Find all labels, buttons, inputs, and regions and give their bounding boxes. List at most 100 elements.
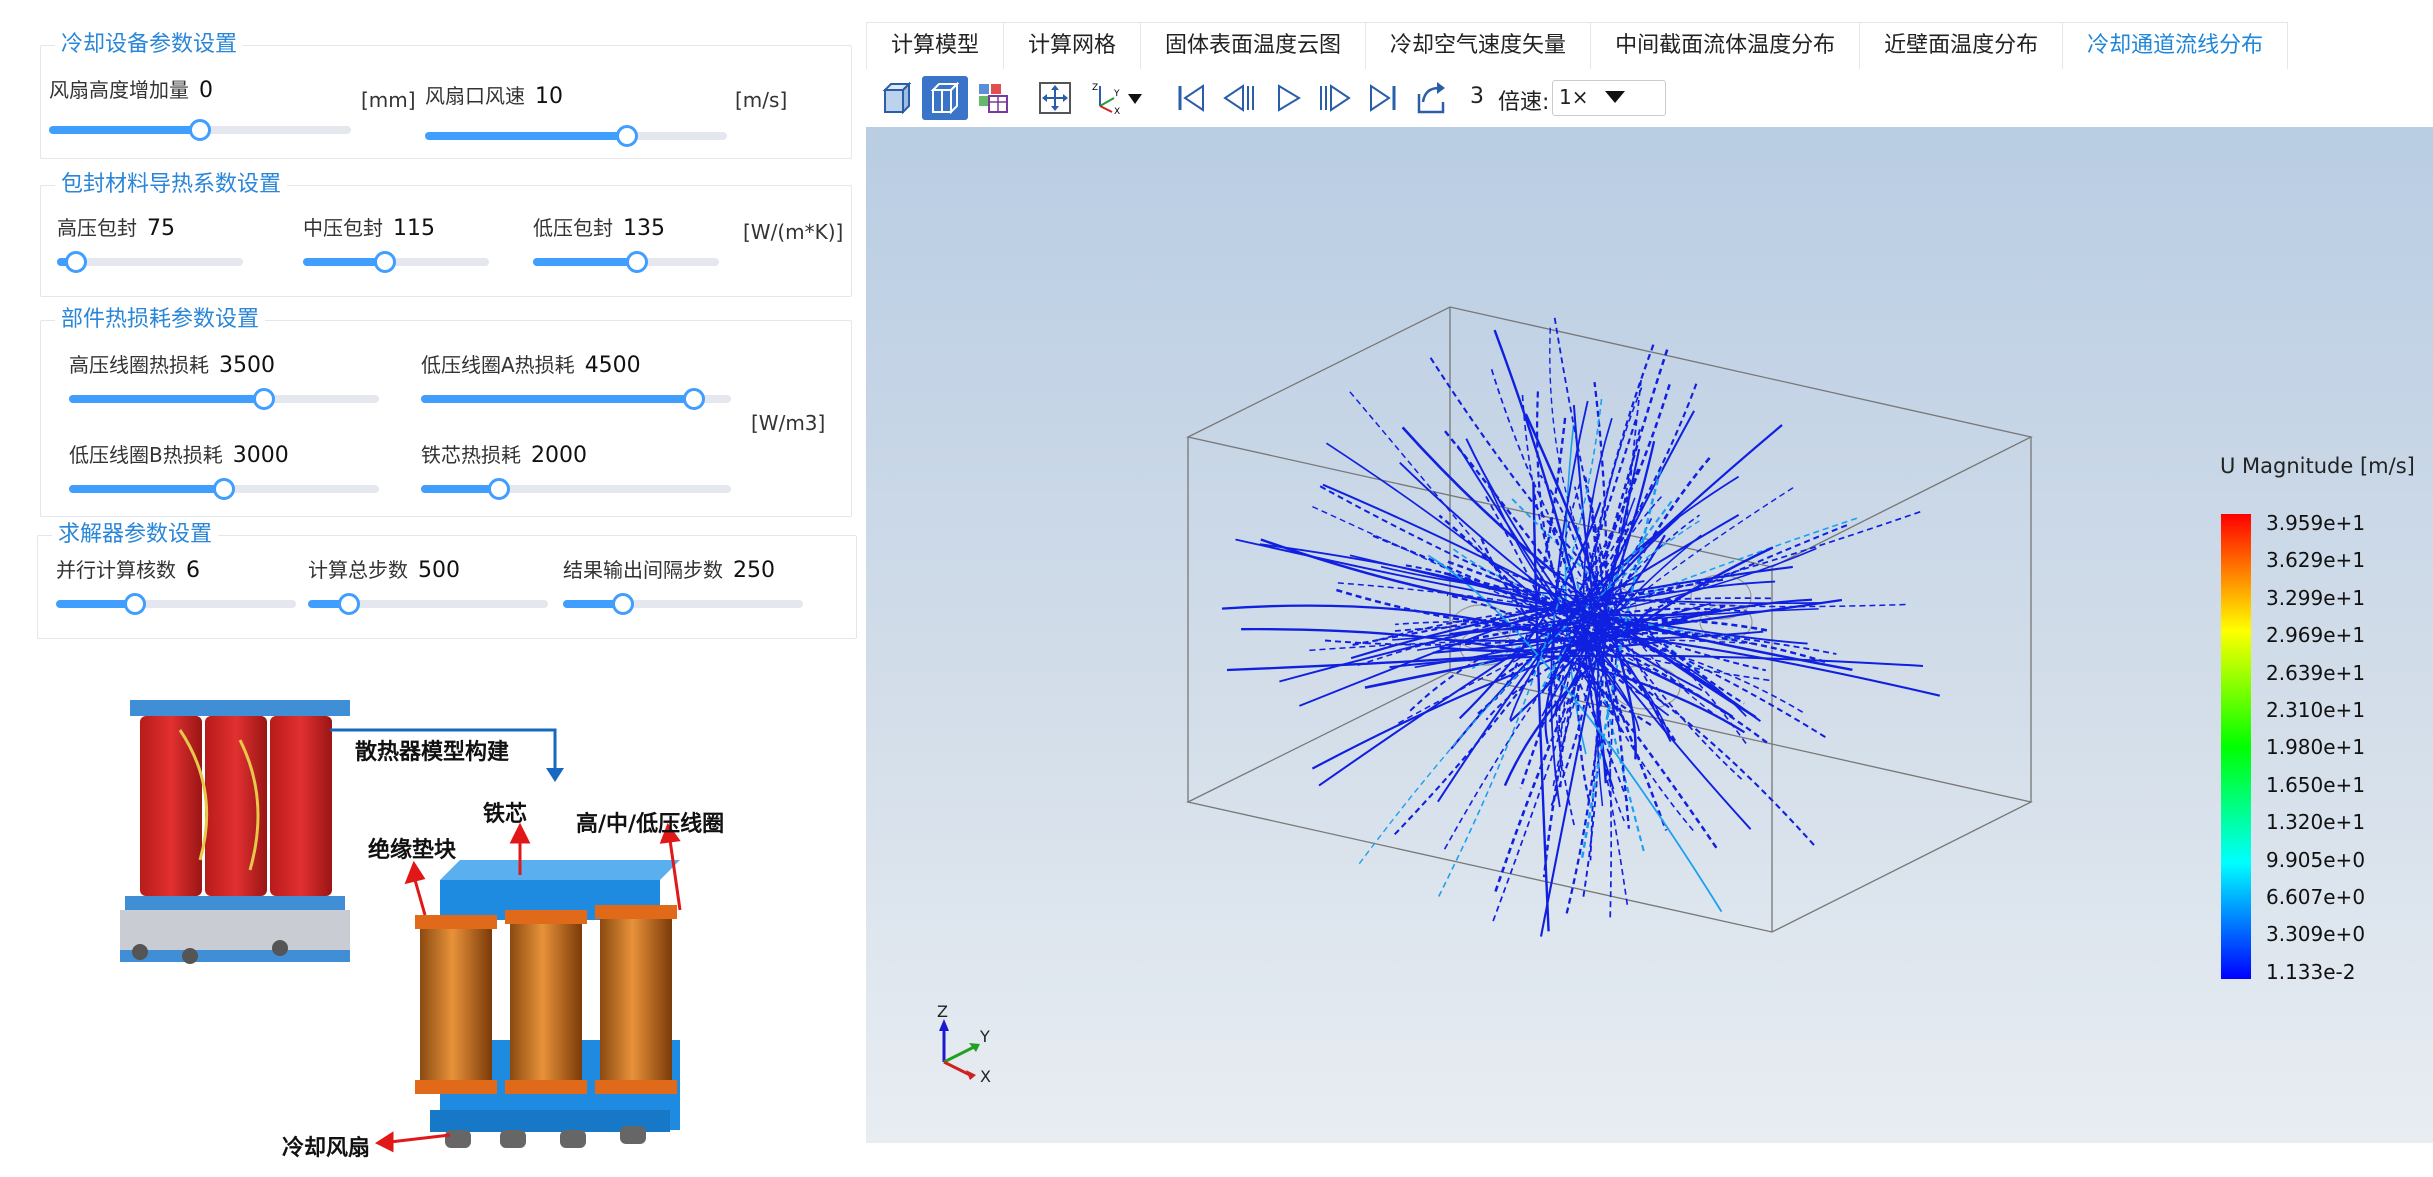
core-loss-param: 铁芯热损耗 2000 [421,441,733,511]
slider-fill [303,258,385,266]
slider-fill [49,126,200,134]
step-back-icon [1223,84,1254,112]
play-button[interactable] [1264,76,1310,120]
output-interval-param: 结果输出间隔步数 250 [563,556,803,626]
legend-label: 3.299e+1 [2266,585,2366,610]
low-coil-a-loss-label: 低压线圈A热损耗 4500 [421,353,641,378]
label-core: 铁芯 [483,802,528,827]
next-frame-button[interactable] [1312,76,1358,120]
encapsulation-settings-title: 包封材料导热系数设置 [55,170,288,200]
color-legend-bar [2221,514,2251,979]
legend-label: 1.980e+1 [2266,735,2366,760]
total-steps-param: 计算总步数 500 [308,556,548,626]
low-coil-b-loss-label: 低压线圈B热损耗 3000 [69,443,289,468]
legend-label: 6.607e+0 [2266,885,2366,909]
low-coil-b-loss-slider[interactable] [69,478,379,500]
skip-first-icon [1178,84,1204,112]
fan-speed-slider[interactable] [425,125,727,147]
cores-slider[interactable] [56,593,296,615]
tab-near-wall-temperature[interactable]: 近壁面温度分布 [1859,22,2064,69]
high-encap-slider[interactable] [57,251,243,273]
view-grid-button[interactable] [970,76,1016,120]
slider-handle[interactable] [124,593,147,615]
high-coil-loss-slider[interactable] [69,388,379,410]
tab-compute-mesh[interactable]: 计算网格 [1003,22,1142,69]
high-coil-loss-param: 高压线圈热损耗 3500 [69,351,381,421]
chevron-down-icon [1605,91,1625,103]
slider-handle[interactable] [616,125,639,147]
slider-handle[interactable] [64,251,87,273]
fan-speed-label: 风扇口风速 10 [425,84,563,109]
slider-handle[interactable] [612,593,634,615]
slider-fill [425,132,628,140]
speed-select[interactable]: 1× [1552,80,1666,116]
slider-handle[interactable] [682,388,705,410]
play-icon [1278,84,1301,112]
legend-label: 9.905e+0 [2266,847,2366,872]
transformer-model-diagram: 散热器模型构建 铁芯 高/中/低压线圈 绝缘垫块 冷却风扇 [30,660,850,1173]
result-tabs: 计算模型 计算网格 固体表面温度云图 冷却空气速度矢量 中间截面流体温度分布 近… [866,22,2289,69]
low-coil-b-loss-value: 3000 [232,443,289,468]
output-interval-slider[interactable] [563,593,803,615]
loop-button[interactable] [1408,76,1454,120]
slider-handle[interactable] [626,251,649,273]
slider-handle[interactable] [213,478,235,500]
slider-handle[interactable] [373,251,396,273]
low-coil-a-loss-slider[interactable] [421,388,731,410]
step-forward-icon [1320,84,1351,112]
transformer-3d-model [415,860,680,1148]
high-coil-loss-value: 3500 [219,353,275,378]
fan-height-unit: [mm] [361,88,416,112]
label-cooling-fan: 冷却风扇 [282,1136,371,1161]
fan-height-label: 风扇高度增加量 0 [49,78,213,103]
svg-text:Z: Z [1092,83,1098,93]
cores-label: 并行计算核数 6 [56,558,200,583]
heat-loss-unit: [W/m3] [751,411,826,435]
fit-view-button[interactable] [1032,76,1078,120]
label-coils: 高/中/低压线圈 [576,812,725,837]
label-heatsink-model: 散热器模型构建 [355,740,510,765]
parameter-panel: 冷却设备参数设置 风扇高度增加量 0 [mm] 风扇口风速 10 [m/s] 包封材… [0,0,860,1173]
svg-text:Y: Y [1113,89,1120,99]
total-steps-value: 500 [418,558,460,583]
mid-encap-value: 115 [393,216,435,241]
svg-text:X: X [1114,107,1120,116]
slider-fill [421,395,694,403]
axis-orientation-dropdown[interactable]: Z YX [1086,76,1150,120]
slider-handle[interactable] [253,388,276,410]
tab-solid-surface-temperature[interactable]: 固体表面温度云图 [1140,22,1367,69]
loop-export-icon [1417,82,1445,114]
tab-channel-streamlines[interactable]: 冷却通道流线分布 [2062,22,2289,69]
slider-handle[interactable] [189,119,211,141]
fit-view-icon [1039,82,1071,114]
legend-label: 1.650e+1 [2266,772,2366,797]
speed-label: 倍速: [1498,90,1550,115]
legend-label: 2.639e+1 [2266,660,2366,685]
axis-x-label: X [980,1067,991,1086]
view-wireframe-button[interactable] [922,76,968,120]
heat-loss-settings-group: 部件热损耗参数设置 高压线圈热损耗 3500 低压线圈A热损耗 4500 [W/m3… [40,305,852,517]
encap-unit: [W/(m*K)] [743,220,844,244]
tab-compute-model[interactable]: 计算模型 [866,22,1005,69]
fan-height-slider[interactable] [49,119,351,141]
last-frame-button[interactable] [1360,76,1406,120]
streamline-3d-viewport[interactable]: Z Y X U Magnitude [m/s] 3.959e+1 3.629e+1… [866,127,2433,1143]
legend-title: U Magnitude [m/s] [2220,454,2415,478]
total-steps-slider[interactable] [308,593,548,615]
mid-encap-slider[interactable] [303,251,489,273]
low-encap-slider[interactable] [533,251,719,273]
first-frame-button[interactable] [1168,76,1214,120]
slider-handle[interactable] [487,478,510,500]
view-solid-button[interactable] [874,76,920,120]
legend-label: 1.133e-2 [2266,959,2356,984]
tab-mid-section-temperature[interactable]: 中间截面流体温度分布 [1590,22,1861,69]
high-encap-param: 高压包封 75 [57,214,247,284]
tab-air-velocity-vectors[interactable]: 冷却空气速度矢量 [1365,22,1592,69]
slider-handle[interactable] [337,593,360,615]
output-interval-value: 250 [733,558,775,583]
cores-value: 6 [186,558,200,583]
previous-frame-button[interactable] [1216,76,1262,120]
solver-settings-group: 求解器参数设置 并行计算核数 6 计算总步数 500 结果输出间隔步数 250 [37,520,857,639]
core-loss-slider[interactable] [421,478,731,500]
streamline-canvas [939,306,2251,1080]
